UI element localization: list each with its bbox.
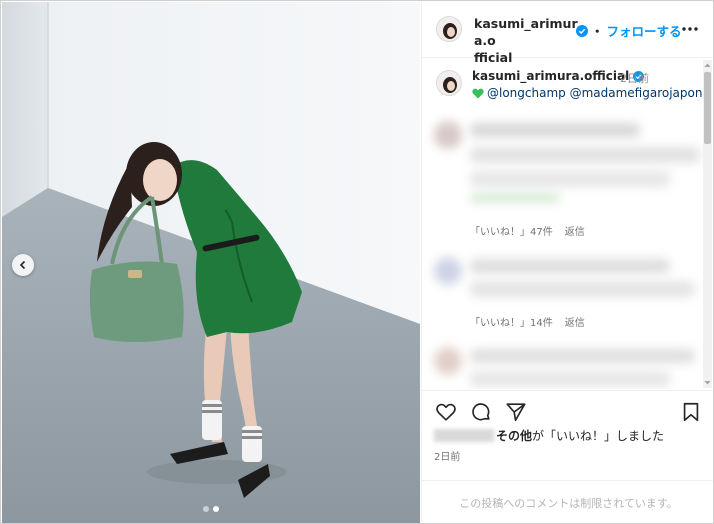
verified-badge-icon xyxy=(576,24,588,37)
post-side-panel: kasumi_arimura.o fficial ・ フォローする kasumi… xyxy=(421,2,713,523)
comments-scrollbar[interactable] xyxy=(703,60,712,388)
caption-avatar[interactable] xyxy=(436,70,462,96)
post-actions-bar xyxy=(422,390,713,426)
carousel-dot-active xyxy=(213,506,219,512)
caption-username-text: kasumi_arimura.official xyxy=(472,69,630,83)
comment-avatar-blurred xyxy=(434,121,462,149)
send-icon[interactable] xyxy=(505,401,527,423)
comment-reply-button[interactable]: 返信 xyxy=(565,314,585,329)
comment-text-blurred xyxy=(470,147,700,163)
scrollbar-thumb[interactable] xyxy=(704,72,711,144)
likes-text: が「いいね！」しました xyxy=(532,429,665,443)
follow-button[interactable]: フォローする xyxy=(607,21,682,40)
caption-text: @longchamp @madamefigarojapon xyxy=(472,86,702,100)
comment-like-count[interactable]: 「いいね！」14件 xyxy=(470,314,553,329)
likes-summary: その他 が「いいね！」しました xyxy=(434,427,664,444)
bookmark-icon[interactable] xyxy=(680,401,702,423)
comment-text-blurred xyxy=(470,171,670,187)
comment-like-count[interactable]: 「いいね！」47件 xyxy=(470,223,553,238)
comments-restricted-notice: この投稿へのコメントは制限されています。 xyxy=(422,480,713,523)
comment-meta: 「いいね！」47件 返信 xyxy=(470,223,585,238)
comment-avatar-blurred xyxy=(434,257,462,285)
scroll-up-arrow-icon[interactable] xyxy=(704,62,711,69)
follow-group: ・ フォローする xyxy=(576,21,682,40)
comment-text-blurred xyxy=(470,123,640,137)
post-photo[interactable] xyxy=(2,2,420,523)
comment-avatar-blurred xyxy=(434,347,462,375)
heart-icon[interactable] xyxy=(435,401,457,423)
more-options-button[interactable] xyxy=(680,21,700,37)
carousel-dot xyxy=(203,506,209,512)
avatar-portrait xyxy=(443,77,457,93)
comments-area[interactable]: kasumi_arimura.official 2日前 @longchamp @… xyxy=(422,59,713,389)
caption-mentions[interactable]: @longchamp @madamefigarojapon xyxy=(487,86,702,100)
comment-text-blurred xyxy=(470,281,695,297)
carousel-prev-button[interactable] xyxy=(12,254,34,276)
avatar-portrait xyxy=(443,23,457,39)
carousel-indicator xyxy=(203,506,219,512)
scroll-down-arrow-icon[interactable] xyxy=(704,379,711,386)
username-line-1: kasumi_arimura.o xyxy=(474,16,578,48)
comment-text-blurred xyxy=(470,259,670,273)
photo-illustration xyxy=(2,2,420,523)
avatar[interactable] xyxy=(436,16,462,42)
comment-text-blurred xyxy=(470,193,560,203)
caption-username[interactable]: kasumi_arimura.official xyxy=(472,69,645,83)
comment-meta: 「いいね！」14件 返信 xyxy=(470,314,585,329)
more-horizontal-icon xyxy=(682,27,698,31)
liker-name-blurred xyxy=(434,429,494,442)
restricted-text: この投稿へのコメントは制限されています。 xyxy=(459,496,678,510)
instagram-post-modal: kasumi_arimura.o fficial ・ フォローする kasumi… xyxy=(0,0,714,524)
comment-reply-button[interactable]: 返信 xyxy=(565,223,585,238)
caption-timestamp[interactable]: 2日前 xyxy=(620,70,649,86)
comment-icon[interactable] xyxy=(470,401,492,423)
chevron-left-icon xyxy=(19,260,26,270)
likes-others-link[interactable]: その他 xyxy=(496,427,532,444)
comment-text-blurred xyxy=(470,371,670,387)
post-header: kasumi_arimura.o fficial ・ フォローする xyxy=(422,2,713,65)
comment-text-blurred xyxy=(470,349,695,363)
follow-separator: ・ xyxy=(591,24,604,39)
green-heart-icon xyxy=(472,88,484,98)
post-timestamp[interactable]: 2日前 xyxy=(434,448,460,463)
